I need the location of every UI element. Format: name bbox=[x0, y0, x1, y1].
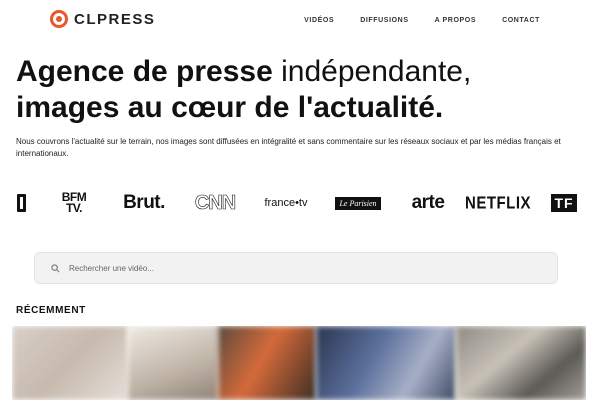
recent-videos-list bbox=[12, 326, 586, 400]
client-logo-brut: Brut. bbox=[123, 192, 165, 213]
headline-bold-1: Agence de presse bbox=[16, 55, 273, 88]
page-title: Agence de presse indépendante, images au… bbox=[16, 54, 576, 126]
nav-item-videos[interactable]: VIDÉOS bbox=[304, 17, 334, 24]
headline-bold-2: images au cœur de l'actualité. bbox=[16, 91, 444, 124]
nav-item-diffusions[interactable]: DIFFUSIONS bbox=[360, 17, 408, 24]
client-logo-netflix: NETFLIX bbox=[465, 193, 531, 213]
client-logo-le-parisien: Le Parisien bbox=[334, 186, 382, 220]
client-logo-partial bbox=[14, 186, 28, 220]
video-thumbnail[interactable] bbox=[218, 326, 316, 400]
client-logo-cnn: CNN bbox=[194, 191, 237, 214]
client-logo-france-tv: france•tv bbox=[264, 197, 308, 209]
search-icon bbox=[45, 263, 65, 273]
headline-line-2: images au cœur de l'actualité. bbox=[16, 90, 576, 126]
site-header: CLPRESS VIDÉOS DIFFUSIONS A PROPOS CONTA… bbox=[0, 0, 600, 44]
partial-logo-icon bbox=[16, 194, 26, 212]
main-nav: VIDÉOS DIFFUSIONS A PROPOS CONTACT bbox=[278, 17, 540, 24]
client-logo-arte: arte bbox=[411, 192, 445, 213]
video-thumbnail[interactable] bbox=[456, 326, 586, 400]
recent-section-title: RÉCEMMENT bbox=[16, 305, 86, 316]
search-input[interactable] bbox=[69, 263, 549, 273]
nav-item-contact[interactable]: CONTACT bbox=[502, 17, 540, 24]
logo[interactable]: CLPRESS bbox=[50, 10, 155, 28]
client-logos: BFM TV. Brut. CNN france•tv Le Parisien … bbox=[0, 186, 600, 220]
intro-text: Nous couvrons l'actualité sur le terrain… bbox=[16, 137, 561, 158]
client-logo-tf1: TF bbox=[544, 186, 584, 220]
video-thumbnail[interactable] bbox=[128, 326, 218, 400]
tf1-text: TF bbox=[551, 194, 577, 212]
client-logo-bfmtv: BFM TV. bbox=[52, 186, 96, 220]
le-parisien-text: Le Parisien bbox=[335, 196, 381, 210]
bfm-bottom: TV. bbox=[65, 201, 83, 215]
nav-item-a-propos[interactable]: A PROPOS bbox=[435, 17, 477, 24]
headline-line-1: Agence de presse indépendante, bbox=[16, 54, 576, 90]
video-thumbnail[interactable] bbox=[316, 326, 456, 400]
logo-mark-icon bbox=[50, 10, 68, 28]
headline-light-1: indépendante, bbox=[281, 55, 472, 88]
logo-text: CLPRESS bbox=[74, 10, 156, 28]
video-thumbnail[interactable] bbox=[12, 326, 128, 400]
search-bar[interactable] bbox=[34, 252, 558, 284]
